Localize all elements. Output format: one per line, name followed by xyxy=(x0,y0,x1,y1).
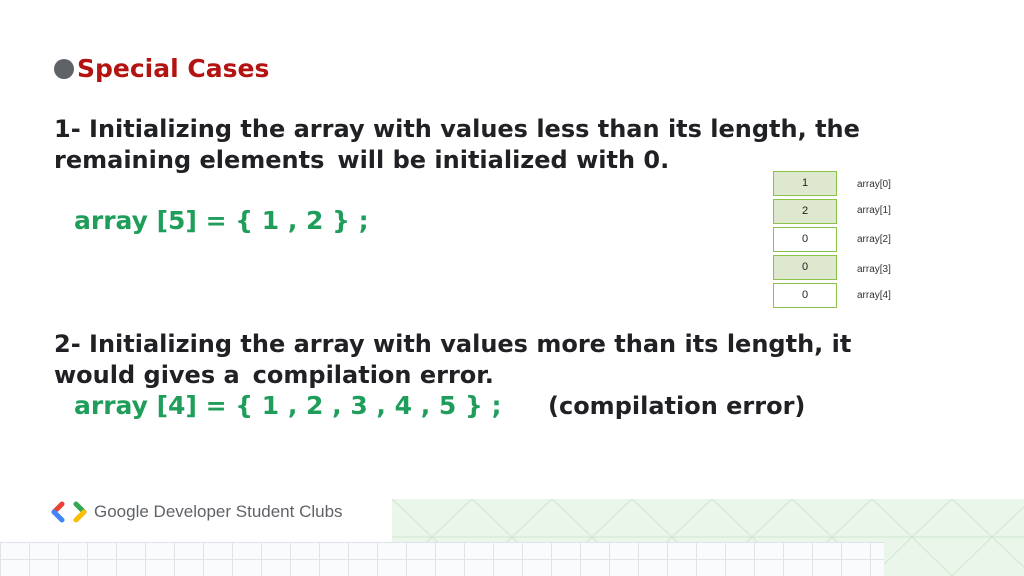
array-cell-0: 1 xyxy=(773,171,837,196)
point-1: 1- Initializing the array with values le… xyxy=(54,114,860,176)
point-1-line-1: 1- Initializing the array with values le… xyxy=(54,115,860,143)
bullet-icon xyxy=(54,59,74,79)
code-example-1: array [5] = { 1 , 2 } ; xyxy=(74,206,369,235)
point-2-line-2: would gives a compilation error. xyxy=(54,360,851,391)
point-2-line-2b: compilation error. xyxy=(252,361,494,389)
brand-text: Google Developer Student Clubs xyxy=(94,502,343,521)
decorative-grid xyxy=(0,542,884,576)
point-1-line-2b: will be initialized with 0. xyxy=(337,146,670,174)
gdsc-logo-icon xyxy=(51,501,87,523)
point-2: 2- Initializing the array with values mo… xyxy=(54,329,851,391)
array-cell-4: 0 xyxy=(773,283,837,308)
array-diagram: 1 array[0] 2 array[1] 0 array[2] 0 array… xyxy=(773,171,923,311)
gdsc-brand: Google Developer Student Clubs xyxy=(50,500,343,524)
array-cell-1: 2 xyxy=(773,199,837,224)
array-label-1: array[1] xyxy=(857,205,891,216)
array-label-0: array[0] xyxy=(857,179,891,190)
point-1-line-2a: remaining elements xyxy=(54,146,325,174)
array-cell-3: 0 xyxy=(773,255,837,280)
array-label-4: array[4] xyxy=(857,290,891,301)
array-cell-2: 0 xyxy=(773,227,837,252)
point-2-line-1: 2- Initializing the array with values mo… xyxy=(54,330,852,358)
compilation-error-note: (compilation error) xyxy=(548,392,806,420)
heading-row: Special Cases xyxy=(54,54,269,84)
array-label-2: array[2] xyxy=(857,234,891,245)
slide: Special Cases 1- Initializing the array … xyxy=(0,0,1024,576)
point-1-line-2: remaining elements will be initialized wi… xyxy=(54,145,860,176)
point-2-line-2a: would gives a xyxy=(54,361,240,389)
array-label-3: array[3] xyxy=(857,264,891,275)
slide-heading: Special Cases xyxy=(77,54,270,83)
code-example-2: array [4] = { 1 , 2 , 3 , 4 , 5 } ; xyxy=(74,391,502,420)
